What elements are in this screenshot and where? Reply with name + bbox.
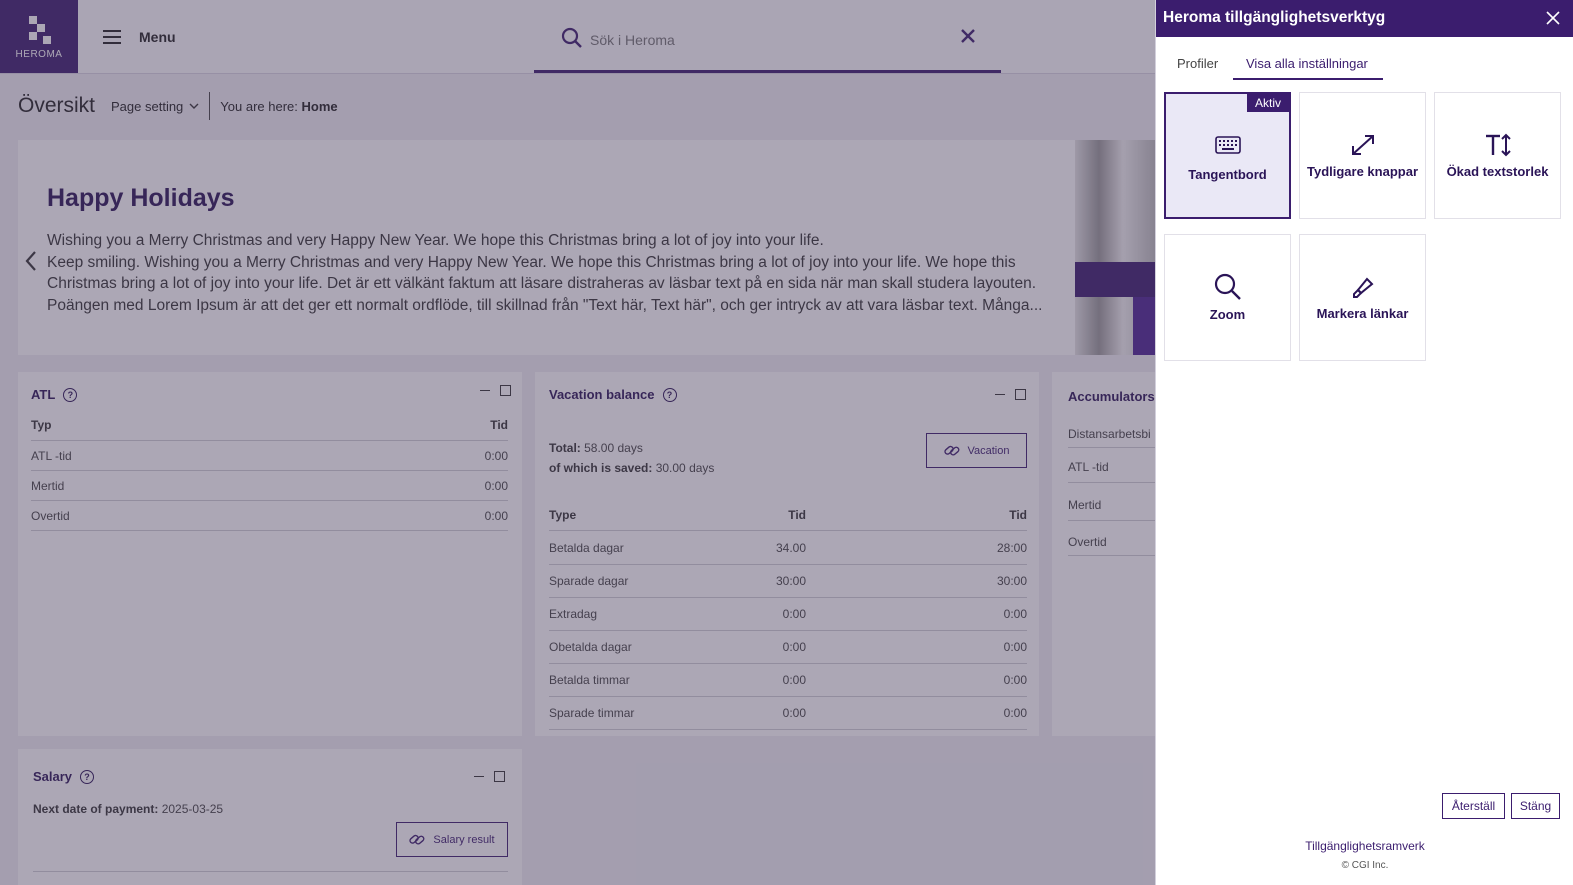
- tile-label: Markera länkar: [1316, 306, 1409, 321]
- tile-label: Zoom: [1209, 307, 1246, 322]
- tile-highlight-links[interactable]: Markera länkar: [1299, 234, 1426, 361]
- tab-all-settings[interactable]: Visa alla inställningar: [1246, 56, 1368, 71]
- tile-keyboard[interactable]: Aktiv Tangentbord: [1164, 92, 1291, 219]
- tile-text-size[interactable]: Ökad textstorlek: [1434, 92, 1561, 219]
- active-tab-indicator: [1233, 78, 1383, 80]
- active-badge: Aktiv: [1246, 94, 1289, 112]
- page-background: HEROMA Menu Översikt Page setting: [0, 0, 1573, 885]
- tile-label: Tydligare knappar: [1306, 164, 1418, 179]
- close-button[interactable]: Stäng: [1511, 793, 1560, 819]
- zoom-icon: [1214, 273, 1241, 300]
- text-size-icon: [1485, 133, 1511, 157]
- panel-header: Heroma tillgänglighetsverktyg: [1156, 0, 1573, 37]
- tile-label: Tangentbord: [1188, 167, 1267, 182]
- accessibility-panel: Heroma tillgänglighetsverktyg Profiler V…: [1155, 0, 1573, 885]
- framework-link[interactable]: Tillgänglighetsramverk: [1156, 839, 1573, 853]
- tab-profiler[interactable]: Profiler: [1177, 56, 1218, 71]
- modal-overlay[interactable]: [0, 0, 1155, 885]
- keyboard-icon: [1214, 136, 1241, 154]
- tile-zoom[interactable]: Zoom: [1164, 234, 1291, 361]
- expand-icon: [1351, 135, 1374, 155]
- tile-label: Ökad textstorlek: [1446, 164, 1549, 179]
- highlighter-icon: [1352, 277, 1373, 298]
- reset-button[interactable]: Återställ: [1442, 793, 1505, 819]
- close-icon[interactable]: [1546, 11, 1560, 25]
- tile-clearer-buttons[interactable]: Tydligare knappar: [1299, 92, 1426, 219]
- copyright: © CGI Inc.: [1341, 860, 1389, 871]
- panel-title: Heroma tillgänglighetsverktyg: [1163, 9, 1386, 26]
